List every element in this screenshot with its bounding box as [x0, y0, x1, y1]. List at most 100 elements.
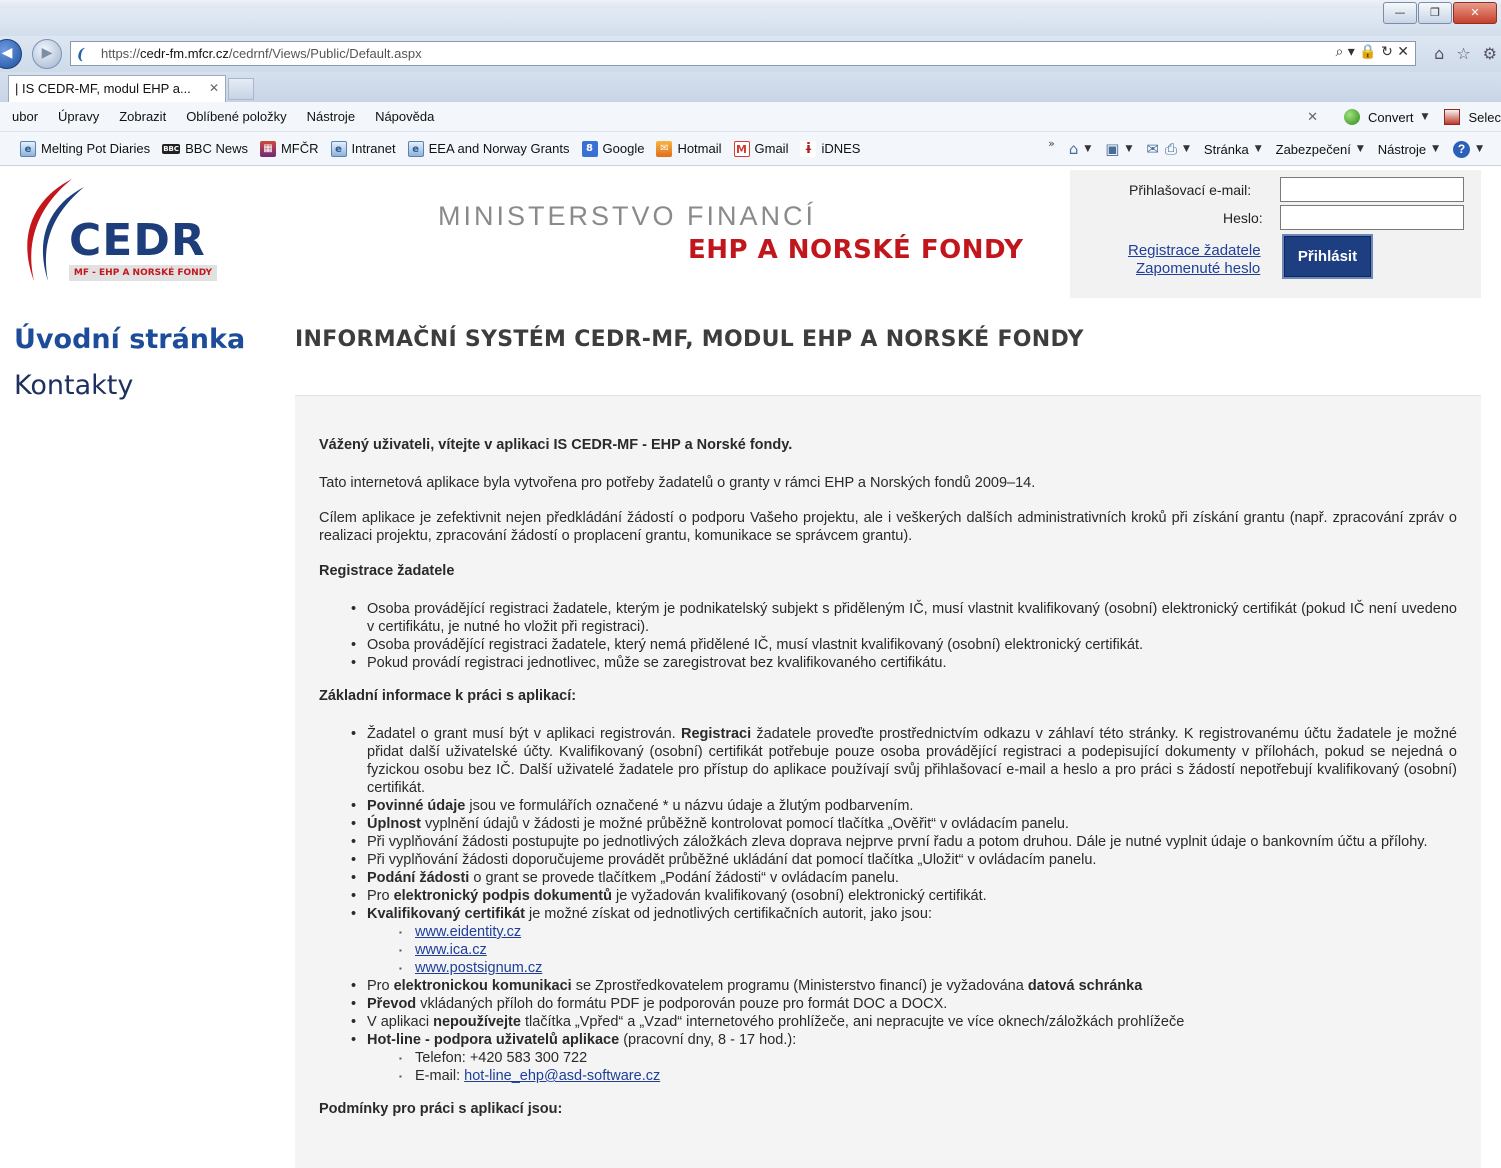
list-item: Při vyplňování žádosti postupujte po jed… — [351, 833, 1457, 851]
dropdown-arrow-icon[interactable]: ▼ — [1125, 144, 1132, 154]
menu-upravy[interactable]: Úpravy — [58, 109, 99, 124]
text: je možné získat od jednotlivých certifik… — [524, 906, 932, 922]
address-bar-tools[interactable]: ⌕ ▾ 🔒 ↻ ✕ — [1335, 44, 1409, 60]
url-text[interactable]: https://cedr-fm.mfcr.cz/cedrnf/Views/Pub… — [101, 46, 422, 61]
convert-dropdown[interactable]: ▼ — [1422, 112, 1437, 122]
email-label: Přihlašovací e-mail: — [1129, 182, 1252, 198]
list-item: www.ica.cz — [399, 941, 1457, 960]
text: je vyžadován kvalifikovaný (osobní) elek… — [611, 888, 987, 904]
hotmail-icon: ✉ — [656, 140, 673, 157]
list-item: Povinné údaje jsou ve formulářích označe… — [351, 797, 1457, 815]
hotline-email-link[interactable]: hot-line_ehp@asd-software.cz — [464, 1068, 660, 1084]
text-bold: Převod — [367, 996, 417, 1012]
fav-melting-pot[interactable]: e Melting Pot Diaries — [20, 140, 150, 157]
close-menu-icon[interactable]: ✕ — [1307, 110, 1318, 125]
cmd-stranka[interactable]: Stránka — [1204, 142, 1249, 157]
dropdown-arrow-icon[interactable]: ▼ — [1432, 144, 1439, 154]
forward-button[interactable]: ▶ — [32, 39, 62, 69]
menu-oblibene[interactable]: Oblíbené položky — [186, 109, 286, 124]
nav-home-link[interactable]: Úvodní stránka — [14, 317, 245, 363]
fav-mfcr[interactable]: ▦ MFČR — [259, 140, 319, 157]
password-field[interactable] — [1280, 205, 1464, 230]
fav-label: Google — [602, 141, 645, 156]
cmd-nastroje[interactable]: Nástroje — [1378, 142, 1426, 157]
fav-bbc-news[interactable]: BBC BBC News — [162, 141, 248, 156]
cmd-zabezpeceni[interactable]: Zabezpečení — [1276, 142, 1351, 157]
site-subtitle: EHP A NORSKÉ FONDY — [688, 235, 1024, 265]
gear-icon[interactable]: ⚙ — [1483, 44, 1497, 63]
url-path: /cedrnf/Views/Public/Default.aspx — [228, 46, 422, 61]
mfcr-icon: ▦ — [259, 140, 276, 157]
text-bold: Registraci — [681, 726, 752, 742]
text-bold: Hot-line - podpora uživatelů aplikace — [367, 1032, 620, 1048]
page-icon: e — [330, 140, 347, 157]
hotline-contact-list: Telefon: +420 583 300 722 E-mail: hot-li… — [399, 1049, 1457, 1086]
ica-link[interactable]: www.ica.cz — [415, 942, 487, 958]
registration-heading: Registrace žadatele — [319, 563, 455, 579]
more-favorites-icon[interactable]: » — [1048, 137, 1055, 150]
maximize-button[interactable]: ❐ — [1418, 2, 1452, 24]
home-icon[interactable]: ⌂ — [1069, 140, 1079, 158]
gmail-icon: M — [733, 140, 750, 157]
convert-button[interactable]: Convert — [1368, 110, 1414, 125]
fav-google[interactable]: 8 Google — [581, 140, 645, 157]
forward-arrow-icon: ▶ — [41, 45, 53, 61]
menu-bar-right: ✕ Convert ▼ Selec — [1307, 102, 1501, 132]
menu-bar: ubor Úpravy Zobrazit Oblíbené položky Ná… — [0, 102, 1501, 132]
dropdown-arrow-icon: ▼ — [1421, 112, 1429, 122]
menu-soubor[interactable]: ubor — [12, 109, 38, 124]
select-button[interactable]: Selec — [1468, 110, 1501, 125]
cert-authority-list: www.eidentity.cz www.ica.cz www.postsign… — [399, 923, 1457, 978]
list-item: www.eidentity.cz — [399, 923, 1457, 942]
email-item: E-mail: hot-line_ehp@asd-software.cz — [399, 1067, 1457, 1086]
basic-info-heading: Základní informace k práci s aplikací: — [319, 688, 577, 704]
dropdown-arrow-icon[interactable]: ▼ — [1183, 144, 1190, 154]
favorites-star-icon[interactable]: ☆ — [1456, 44, 1470, 63]
register-link[interactable]: Registrace žadatele — [1128, 242, 1261, 259]
feeds-icon[interactable]: ▣ — [1105, 140, 1119, 158]
nav-contacts-link[interactable]: Kontakty — [14, 363, 245, 409]
text-bold: elektronický podpis dokumentů — [393, 888, 612, 904]
minimize-button[interactable]: — — [1383, 2, 1417, 24]
close-window-button[interactable]: ✕ — [1453, 2, 1497, 24]
home-icon[interactable]: ⌂ — [1434, 44, 1444, 63]
back-button[interactable]: ◀ — [0, 39, 22, 69]
address-bar[interactable]: ( https://cedr-fm.mfcr.cz/cedrnf/Views/P… — [70, 41, 1416, 66]
menu-napoveda[interactable]: Nápověda — [375, 109, 434, 124]
list-item: Pokud provádí registraci jednotlivec, mů… — [351, 654, 1457, 672]
fav-label: Intranet — [351, 141, 396, 156]
cedr-logo[interactable]: CEDR MF - EHP A NORSKÉ FONDY — [14, 173, 224, 288]
dropdown-arrow-icon[interactable]: ▼ — [1476, 144, 1483, 154]
text: se Zprostředkovatelem programu (Minister… — [571, 978, 1028, 994]
text: Pro — [367, 978, 394, 994]
select-pdf-icon — [1444, 109, 1461, 125]
print-icon[interactable]: ⎙ — [1165, 140, 1177, 158]
forgot-password-link[interactable]: Zapomenuté heslo — [1136, 260, 1260, 277]
fav-idnes[interactable]: ɨ iDNES — [800, 140, 860, 157]
postsignum-link[interactable]: www.postsignum.cz — [415, 960, 542, 976]
list-item: Osoba provádějící registraci žadatele, k… — [351, 600, 1457, 636]
dropdown-arrow-icon[interactable]: ▼ — [1084, 144, 1091, 154]
list-item: V aplikaci nepoužívejte tlačítka „Vpřed“… — [351, 1013, 1457, 1031]
fav-eea-grants[interactable]: e EEA and Norway Grants — [407, 140, 570, 157]
fav-gmail[interactable]: M Gmail — [733, 140, 788, 157]
menu-zobrazit[interactable]: Zobrazit — [119, 109, 166, 124]
fav-hotmail[interactable]: ✉ Hotmail — [656, 140, 722, 157]
help-icon[interactable]: ? — [1453, 140, 1471, 158]
new-tab-button[interactable] — [228, 78, 254, 100]
google-icon: 8 — [581, 140, 598, 157]
browser-right-icons: ⌂ ☆ ⚙ — [1434, 44, 1497, 63]
fav-intranet[interactable]: e Intranet — [330, 140, 396, 157]
dropdown-arrow-icon[interactable]: ▼ — [1255, 144, 1262, 154]
text-bold: datová schránka — [1027, 978, 1143, 994]
email-field[interactable] — [1280, 177, 1464, 202]
login-button[interactable]: Přihlásit — [1282, 234, 1373, 279]
tab-cedr[interactable]: | IS CEDR-MF, modul EHP a... ✕ — [8, 75, 226, 102]
tab-close-icon[interactable]: ✕ — [209, 76, 219, 101]
mail-icon[interactable]: ✉ — [1146, 140, 1159, 158]
dropdown-arrow-icon[interactable]: ▼ — [1357, 144, 1364, 154]
bbc-icon: BBC — [162, 143, 181, 154]
text: Žadatel o grant musí být v aplikaci regi… — [367, 726, 681, 742]
eidentity-link[interactable]: www.eidentity.cz — [415, 924, 521, 940]
menu-nastroje[interactable]: Nástroje — [307, 109, 355, 124]
